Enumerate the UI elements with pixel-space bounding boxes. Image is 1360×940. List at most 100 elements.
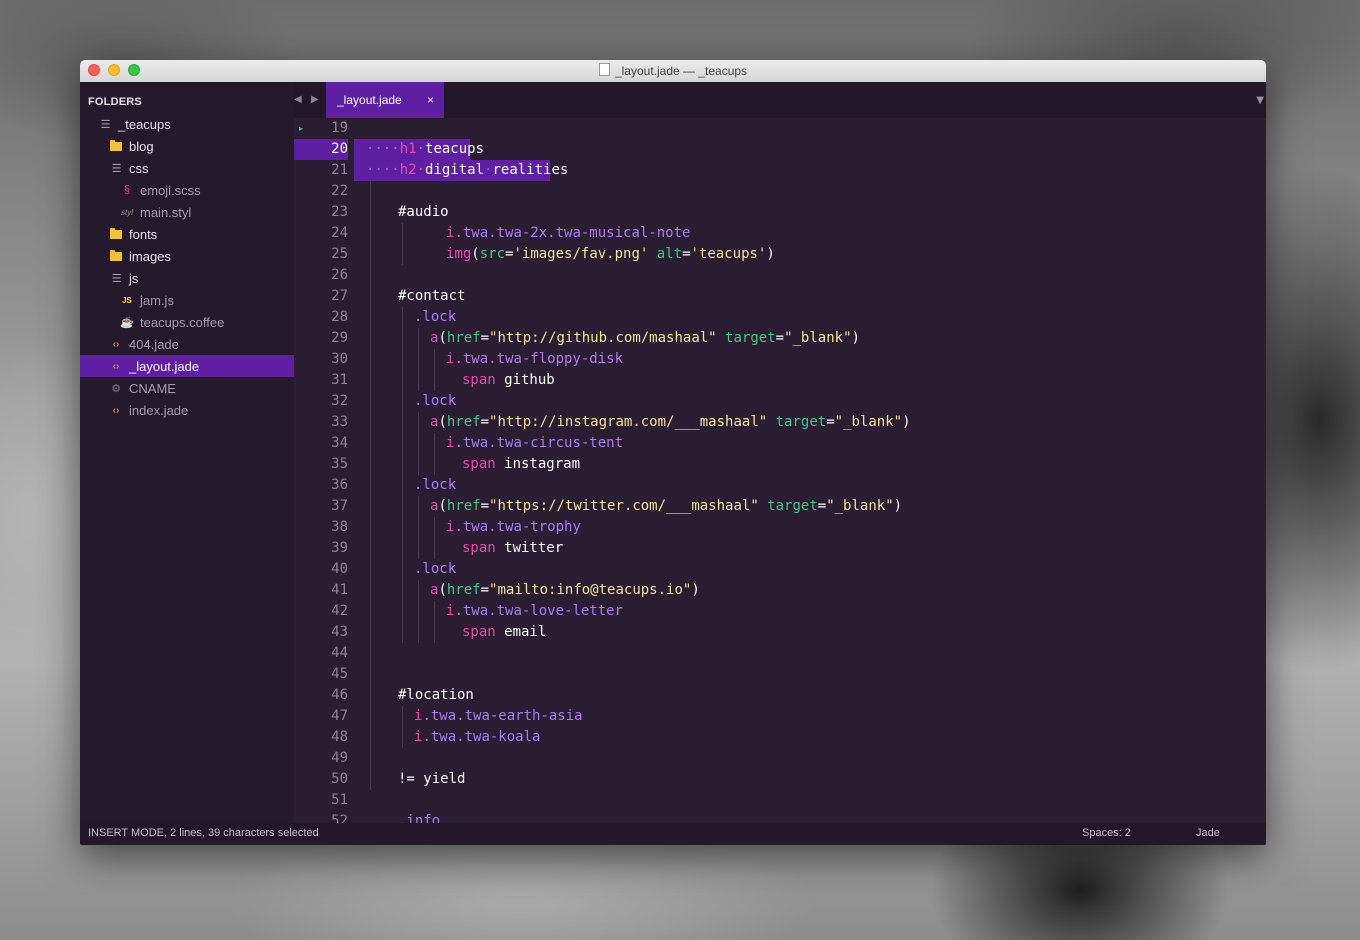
- sidebar-item-404-jade[interactable]: ‹› 404.jade: [80, 333, 294, 355]
- code-token: .twa.twa-2x.twa-musical-note: [454, 225, 691, 241]
- sidebar-item-jam-js[interactable]: JS jam.js: [80, 289, 294, 311]
- code-token: email: [495, 624, 547, 640]
- code-token: (: [438, 582, 447, 598]
- code-token: href: [446, 498, 481, 514]
- tab-next-icon[interactable]: ▶: [311, 94, 319, 105]
- code-token: teacups: [425, 141, 485, 157]
- tab-bar: ◀ ▶ _layout.jade × ▼: [294, 82, 1266, 118]
- tab-layout-jade[interactable]: _layout.jade ×: [326, 82, 444, 118]
- line-number: 47: [331, 708, 348, 724]
- code-line: i.twa.twa-koala: [414, 727, 540, 748]
- code-token: "mailto:info@teacups.io": [489, 582, 692, 598]
- folder-icon: [109, 249, 123, 263]
- code-line: a(href="mailto:info@teacups.io"): [430, 580, 700, 601]
- indent-guide: [418, 328, 419, 391]
- code-line: i.twa.twa-circus-tent: [446, 433, 623, 454]
- sidebar-item-cname[interactable]: ⚙ CNAME: [80, 377, 294, 399]
- sidebar-item-js[interactable]: ☰ js: [80, 267, 294, 289]
- code-file-icon: ‹›: [112, 360, 120, 372]
- code-token: alt: [656, 246, 683, 262]
- code-line: .lock: [414, 307, 456, 328]
- sidebar-item-label: teacups.coffee: [140, 314, 225, 330]
- code-token: span: [462, 456, 496, 472]
- line-number: 45: [331, 666, 348, 682]
- sidebar-item-css[interactable]: ☰ css: [80, 157, 294, 179]
- code-token: .twa.twa-circus-tent: [454, 435, 624, 451]
- code-token: href: [446, 414, 481, 430]
- js-file-icon: JS: [122, 295, 132, 305]
- code-token: ·: [416, 162, 426, 178]
- code-token: =: [775, 330, 785, 346]
- syntax-selector[interactable]: Jade: [1196, 827, 1220, 839]
- title-bar[interactable]: _layout.jade — _teacups: [80, 60, 1266, 83]
- indent-guide: [370, 139, 371, 790]
- code-token: href: [446, 330, 481, 346]
- code-line: #contact: [398, 286, 465, 307]
- sidebar-item--layout-jade[interactable]: ‹› _layout.jade: [80, 355, 294, 377]
- code-line: .lock: [414, 475, 456, 496]
- sidebar-item-label: images: [129, 248, 171, 264]
- sidebar-item-main-styl[interactable]: styl main.styl: [80, 201, 294, 223]
- code-token: href: [446, 582, 481, 598]
- code-token: twitter: [495, 540, 564, 556]
- line-number: 29: [331, 330, 348, 346]
- code-line: a(href="https://twitter.com/___mashaal" …: [430, 496, 902, 517]
- code-token: realities: [492, 162, 569, 178]
- sidebar-item-teacups-coffee[interactable]: ☕ teacups.coffee: [80, 311, 294, 333]
- code-line: ····h2·digital·realities: [366, 160, 568, 181]
- tab-label: _layout.jade: [337, 93, 402, 107]
- folder-icon: [109, 227, 123, 241]
- code-area[interactable]: ····h1·teacups ····h2·digital·realities #a…: [354, 118, 1266, 823]
- coffee-file-icon: ☕: [120, 316, 134, 329]
- code-token: ): [902, 414, 911, 430]
- code-token: ····: [366, 162, 400, 178]
- code-token: img: [446, 246, 472, 262]
- code-token: .lock: [414, 477, 457, 493]
- code-line: img(src='images/fav.png' alt='teacups'): [446, 244, 775, 265]
- indent-guide: [434, 433, 435, 475]
- sidebar-item-blog[interactable]: blog: [80, 135, 294, 157]
- code-token: .lock: [414, 561, 457, 577]
- line-number: 33: [331, 414, 348, 430]
- sidebar-item-label: emoji.scss: [140, 182, 201, 198]
- sidebar-item-images[interactable]: images: [80, 245, 294, 267]
- indentation-setting[interactable]: Spaces: 2: [1082, 827, 1131, 839]
- code-token: h1: [399, 141, 417, 157]
- code-token: target: [767, 498, 818, 514]
- sidebar-item-label: blog: [129, 138, 154, 154]
- code-file-icon: ‹›: [112, 404, 120, 416]
- code-token: target: [725, 330, 776, 346]
- code-token: "http://github.com/mashaal": [489, 330, 717, 346]
- sidebar-item-label: _layout.jade: [129, 358, 200, 374]
- code-token: "http://instagram.com/___mashaal": [489, 414, 768, 430]
- code-line: #location: [398, 685, 474, 706]
- code-token: (: [438, 498, 447, 514]
- code-token: "_blank": [826, 498, 894, 514]
- line-number-gutter: 19 ▸ 20 21 22 23 24 25 26 27 28 29 30 31 32 33 34 35 36 37 3…: [294, 118, 354, 829]
- line-number: 44: [331, 645, 348, 661]
- line-number: 37: [331, 498, 348, 514]
- code-token: #audio: [398, 204, 449, 220]
- tab-dropdown-icon[interactable]: ▼: [1256, 95, 1264, 106]
- fold-arrow-icon[interactable]: ▸: [299, 118, 303, 139]
- line-number: 42: [331, 603, 348, 619]
- code-token: (: [438, 330, 447, 346]
- window-title-wrap: _layout.jade — _teacups: [80, 63, 1266, 78]
- sidebar-item-fonts[interactable]: fonts: [80, 223, 294, 245]
- sidebar-item-emoji-scss[interactable]: § emoji.scss: [80, 179, 294, 201]
- line-number: 40: [331, 561, 348, 577]
- status-mode-text: INSERT MODE, 2 lines, 39 characters sele…: [88, 827, 319, 839]
- tab-close-icon[interactable]: ×: [427, 82, 434, 118]
- code-token: .info: [398, 813, 441, 823]
- code-token: .twa.twa-earth-asia: [422, 708, 583, 724]
- sidebar-item-index-jade[interactable]: ‹› index.jade: [80, 399, 294, 421]
- sidebar-item--teacups[interactable]: ☰ _teacups: [80, 113, 294, 135]
- sass-file-icon: §: [123, 184, 131, 196]
- code-token: ): [766, 246, 775, 262]
- line-number: 26: [331, 267, 348, 283]
- tab-prev-icon[interactable]: ◀: [294, 94, 302, 105]
- code-token: span: [462, 624, 496, 640]
